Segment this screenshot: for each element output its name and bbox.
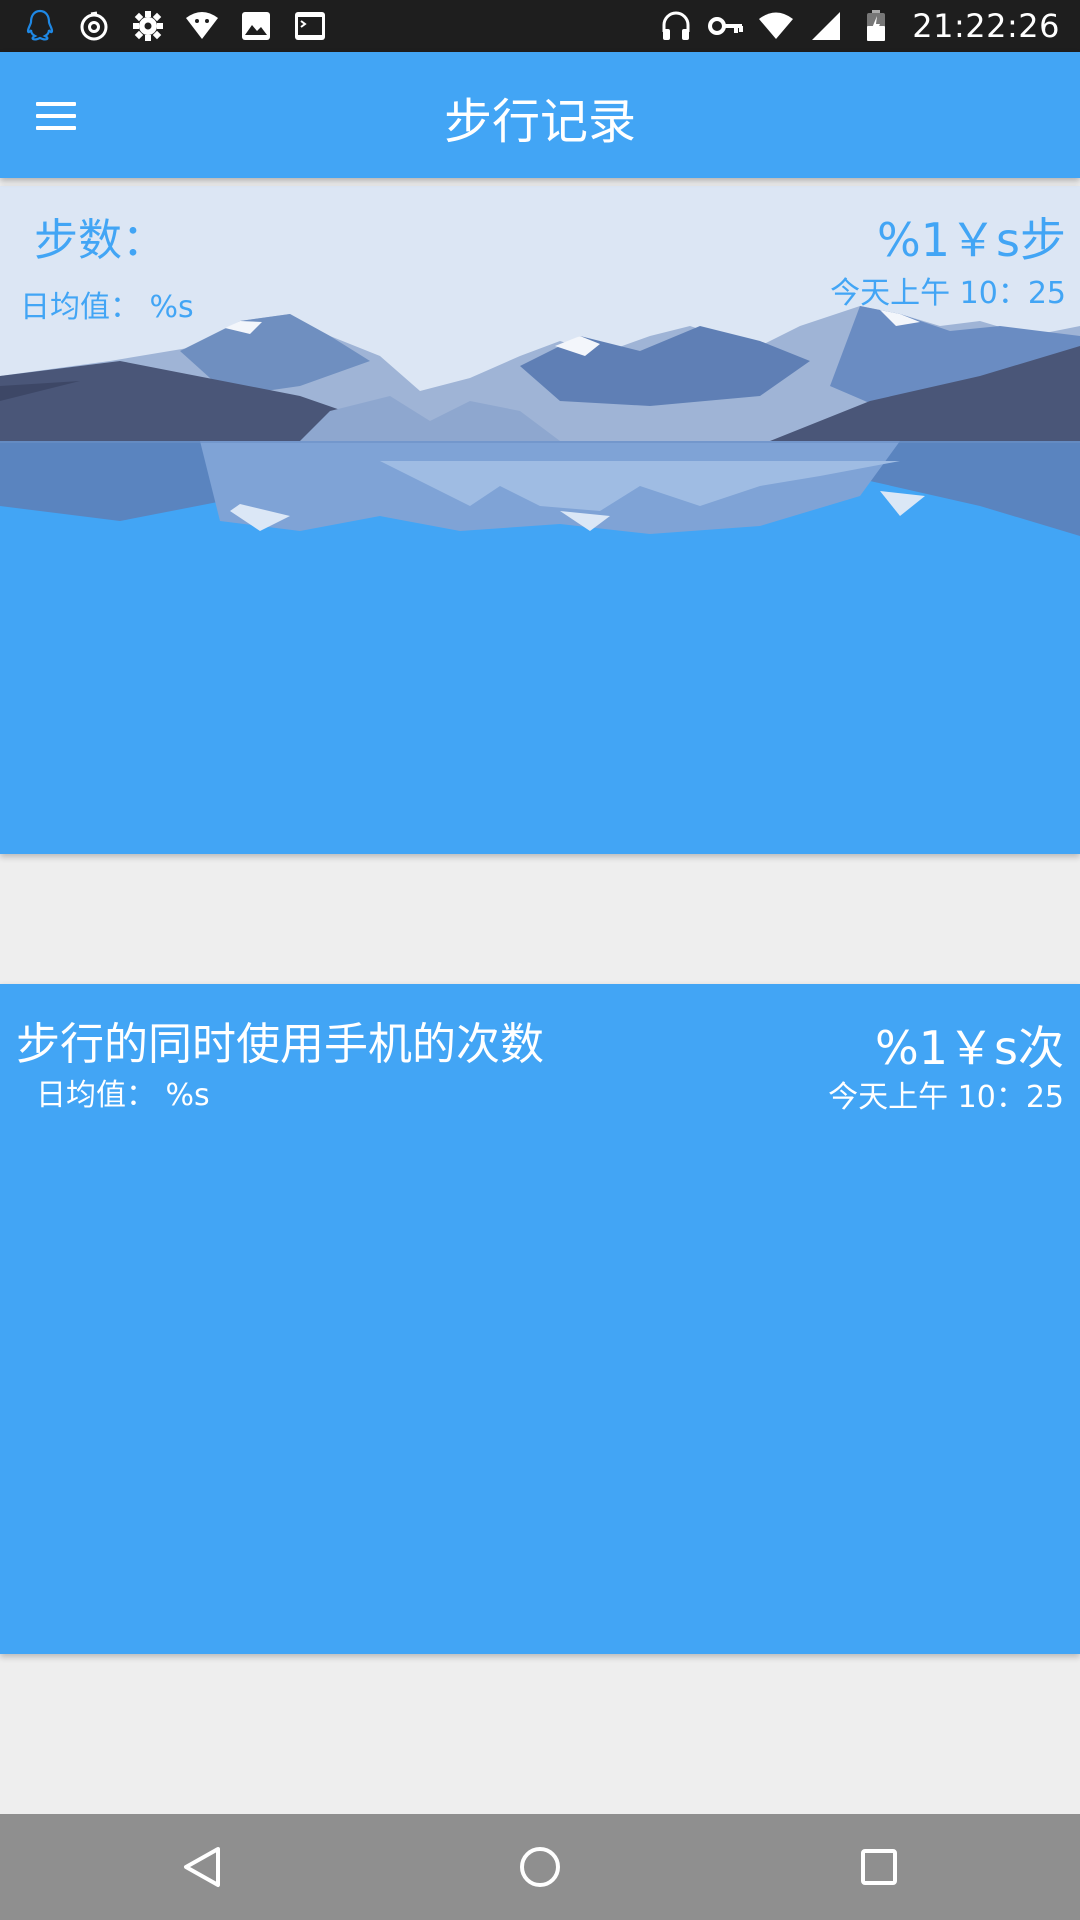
steps-card-title: 步数： xyxy=(34,215,166,266)
steps-card-value: %1￥s步 xyxy=(877,213,1066,267)
terminal-icon xyxy=(292,8,328,44)
navigation-bar xyxy=(0,1814,1080,1920)
netease-music-icon xyxy=(76,8,112,44)
status-system-icons: 21:22:26 xyxy=(658,7,1060,45)
cell-signal-icon xyxy=(808,8,844,44)
home-icon[interactable] xyxy=(510,1837,570,1897)
image-icon xyxy=(238,8,274,44)
phone-usage-card[interactable]: 步行的同时使用手机的次数 日均值： %s %1￥s次 今天上午 10：25 xyxy=(0,984,1080,1654)
phone-usage-card-daily-average: 日均值： %s xyxy=(36,1078,210,1113)
recents-icon[interactable] xyxy=(849,1837,909,1897)
phone-usage-card-timestamp: 今天上午 10：25 xyxy=(828,1080,1064,1115)
steps-card-daily-average: 日均值： %s xyxy=(20,290,194,325)
phone-usage-card-title: 步行的同时使用手机的次数 xyxy=(16,1019,544,1070)
wifi-signal-icon xyxy=(758,8,794,44)
status-clock: 21:22:26 xyxy=(912,7,1060,45)
settings-gear-icon xyxy=(130,8,166,44)
headphones-icon xyxy=(658,8,694,44)
android-wifi-icon xyxy=(184,8,220,44)
battery-charging-icon xyxy=(858,8,894,44)
status-notification-icons xyxy=(22,8,328,44)
qq-icon xyxy=(22,8,58,44)
vpn-key-icon xyxy=(708,8,744,44)
steps-card[interactable]: 步数： 日均值： %s %1￥s步 今天上午 10：25 xyxy=(0,186,1080,854)
status-bar: 21:22:26 xyxy=(0,0,1080,52)
screen: 21:22:26 步行记录 步数： 日均值： %s %1￥s步 今天上午 10：… xyxy=(0,0,1080,1920)
steps-card-timestamp: 今天上午 10：25 xyxy=(830,276,1066,311)
app-bar: 步行记录 xyxy=(0,52,1080,178)
back-icon[interactable] xyxy=(172,1837,232,1897)
phone-usage-card-value: %1￥s次 xyxy=(875,1021,1064,1075)
page-title: 步行记录 xyxy=(443,94,636,150)
